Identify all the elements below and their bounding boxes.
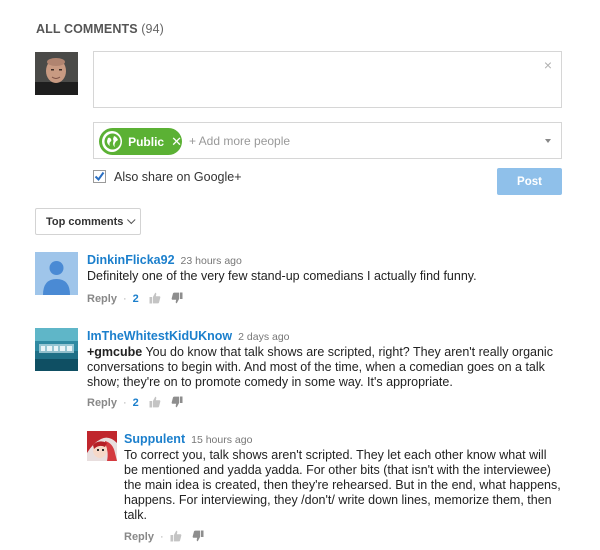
default-person-icon[interactable] [35, 252, 78, 295]
comments-count: (94) [141, 22, 164, 36]
comment-time[interactable]: 23 hours ago [181, 255, 242, 267]
google-plus-label: Also share on Google+ [114, 170, 242, 184]
comment-text-body: You do know that talk shows are scripted… [87, 345, 553, 389]
comment-author[interactable]: DinkinFlicka92 [87, 253, 175, 267]
comments-heading: ALL COMMENTS (94) [36, 22, 164, 36]
like-count: 2 [132, 293, 139, 305]
checkmark-icon [94, 171, 105, 182]
separator: · [122, 397, 127, 409]
separator: · [159, 531, 164, 543]
ocean-photo-avatar[interactable] [35, 328, 78, 371]
reply-button[interactable]: Reply [87, 397, 117, 409]
public-audience-chip[interactable]: Public ✕ [99, 128, 182, 155]
comment-item: DinkinFlicka92 23 hours ago Definitely on… [35, 252, 565, 312]
comment-author[interactable]: Suppulent [124, 432, 185, 446]
thumbs-up-icon[interactable] [149, 396, 161, 411]
public-chip-label: Public [128, 134, 165, 149]
google-plus-checkbox[interactable] [93, 170, 106, 183]
add-people-placeholder[interactable]: + Add more people [189, 134, 290, 148]
comment-text: +gmcube You do know that talk shows are … [87, 345, 565, 390]
comment-text: To correct you, talk shows aren't script… [124, 448, 561, 522]
sort-label: Top comments [46, 215, 124, 228]
chevron-down-icon[interactable] [545, 139, 551, 143]
sort-comments-dropdown[interactable]: Top comments [35, 208, 141, 235]
globe-icon [102, 131, 123, 152]
comment-item: ImTheWhitestKidUKnow 2 days ago +gmcube Y… [35, 328, 565, 416]
thumbs-down-icon[interactable] [192, 530, 204, 545]
comment-author[interactable]: ImTheWhitestKidUKnow [87, 329, 232, 343]
thumbs-up-icon[interactable] [149, 292, 161, 307]
thumbs-up-icon[interactable] [170, 530, 182, 545]
comment-time[interactable]: 15 hours ago [191, 434, 252, 446]
like-count: 2 [132, 397, 139, 409]
reply-comment-item: Suppulent 15 hours ago To correct you, ta… [87, 431, 562, 543]
comments-heading-title: ALL COMMENTS [36, 22, 138, 36]
reply-button[interactable]: Reply [124, 531, 154, 543]
comment-text: Definitely one of the very few stand-up … [87, 269, 477, 283]
thumbs-down-icon[interactable] [171, 396, 183, 411]
share-audience-field[interactable]: Public ✕ + Add more people [93, 122, 562, 159]
post-button[interactable]: Post [497, 168, 562, 195]
comment-time[interactable]: 2 days ago [238, 331, 289, 343]
user-mention[interactable]: +gmcube [87, 345, 142, 359]
separator: · [122, 293, 127, 305]
comment-compose-input[interactable]: × [93, 51, 562, 108]
thumbs-down-icon[interactable] [171, 292, 183, 307]
close-icon[interactable]: × [544, 58, 552, 72]
reply-button[interactable]: Reply [87, 293, 117, 305]
anime-avatar[interactable] [87, 431, 117, 461]
chevron-down-icon [127, 215, 136, 224]
current-user-avatar [35, 52, 78, 95]
remove-chip-icon[interactable]: ✕ [171, 134, 182, 150]
